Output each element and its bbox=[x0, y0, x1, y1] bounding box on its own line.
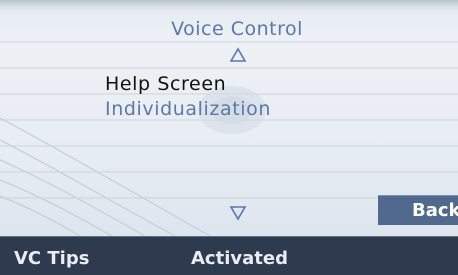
status-bar: VC Tips Activated bbox=[0, 236, 458, 275]
scroll-up-icon[interactable] bbox=[229, 46, 247, 64]
scroll-down-icon[interactable] bbox=[229, 204, 247, 222]
voice-control-screen: Voice Control Help Screen Individualizat… bbox=[0, 0, 458, 275]
menu-title: Voice Control bbox=[171, 18, 303, 40]
vc-tips-status: Activated bbox=[191, 248, 288, 269]
vc-tips-label[interactable]: VC Tips bbox=[14, 248, 89, 269]
menu-item-help-screen[interactable]: Help Screen bbox=[105, 73, 226, 95]
back-button[interactable]: Back bbox=[378, 195, 458, 225]
menu-item-individualization[interactable]: Individualization bbox=[105, 98, 271, 120]
